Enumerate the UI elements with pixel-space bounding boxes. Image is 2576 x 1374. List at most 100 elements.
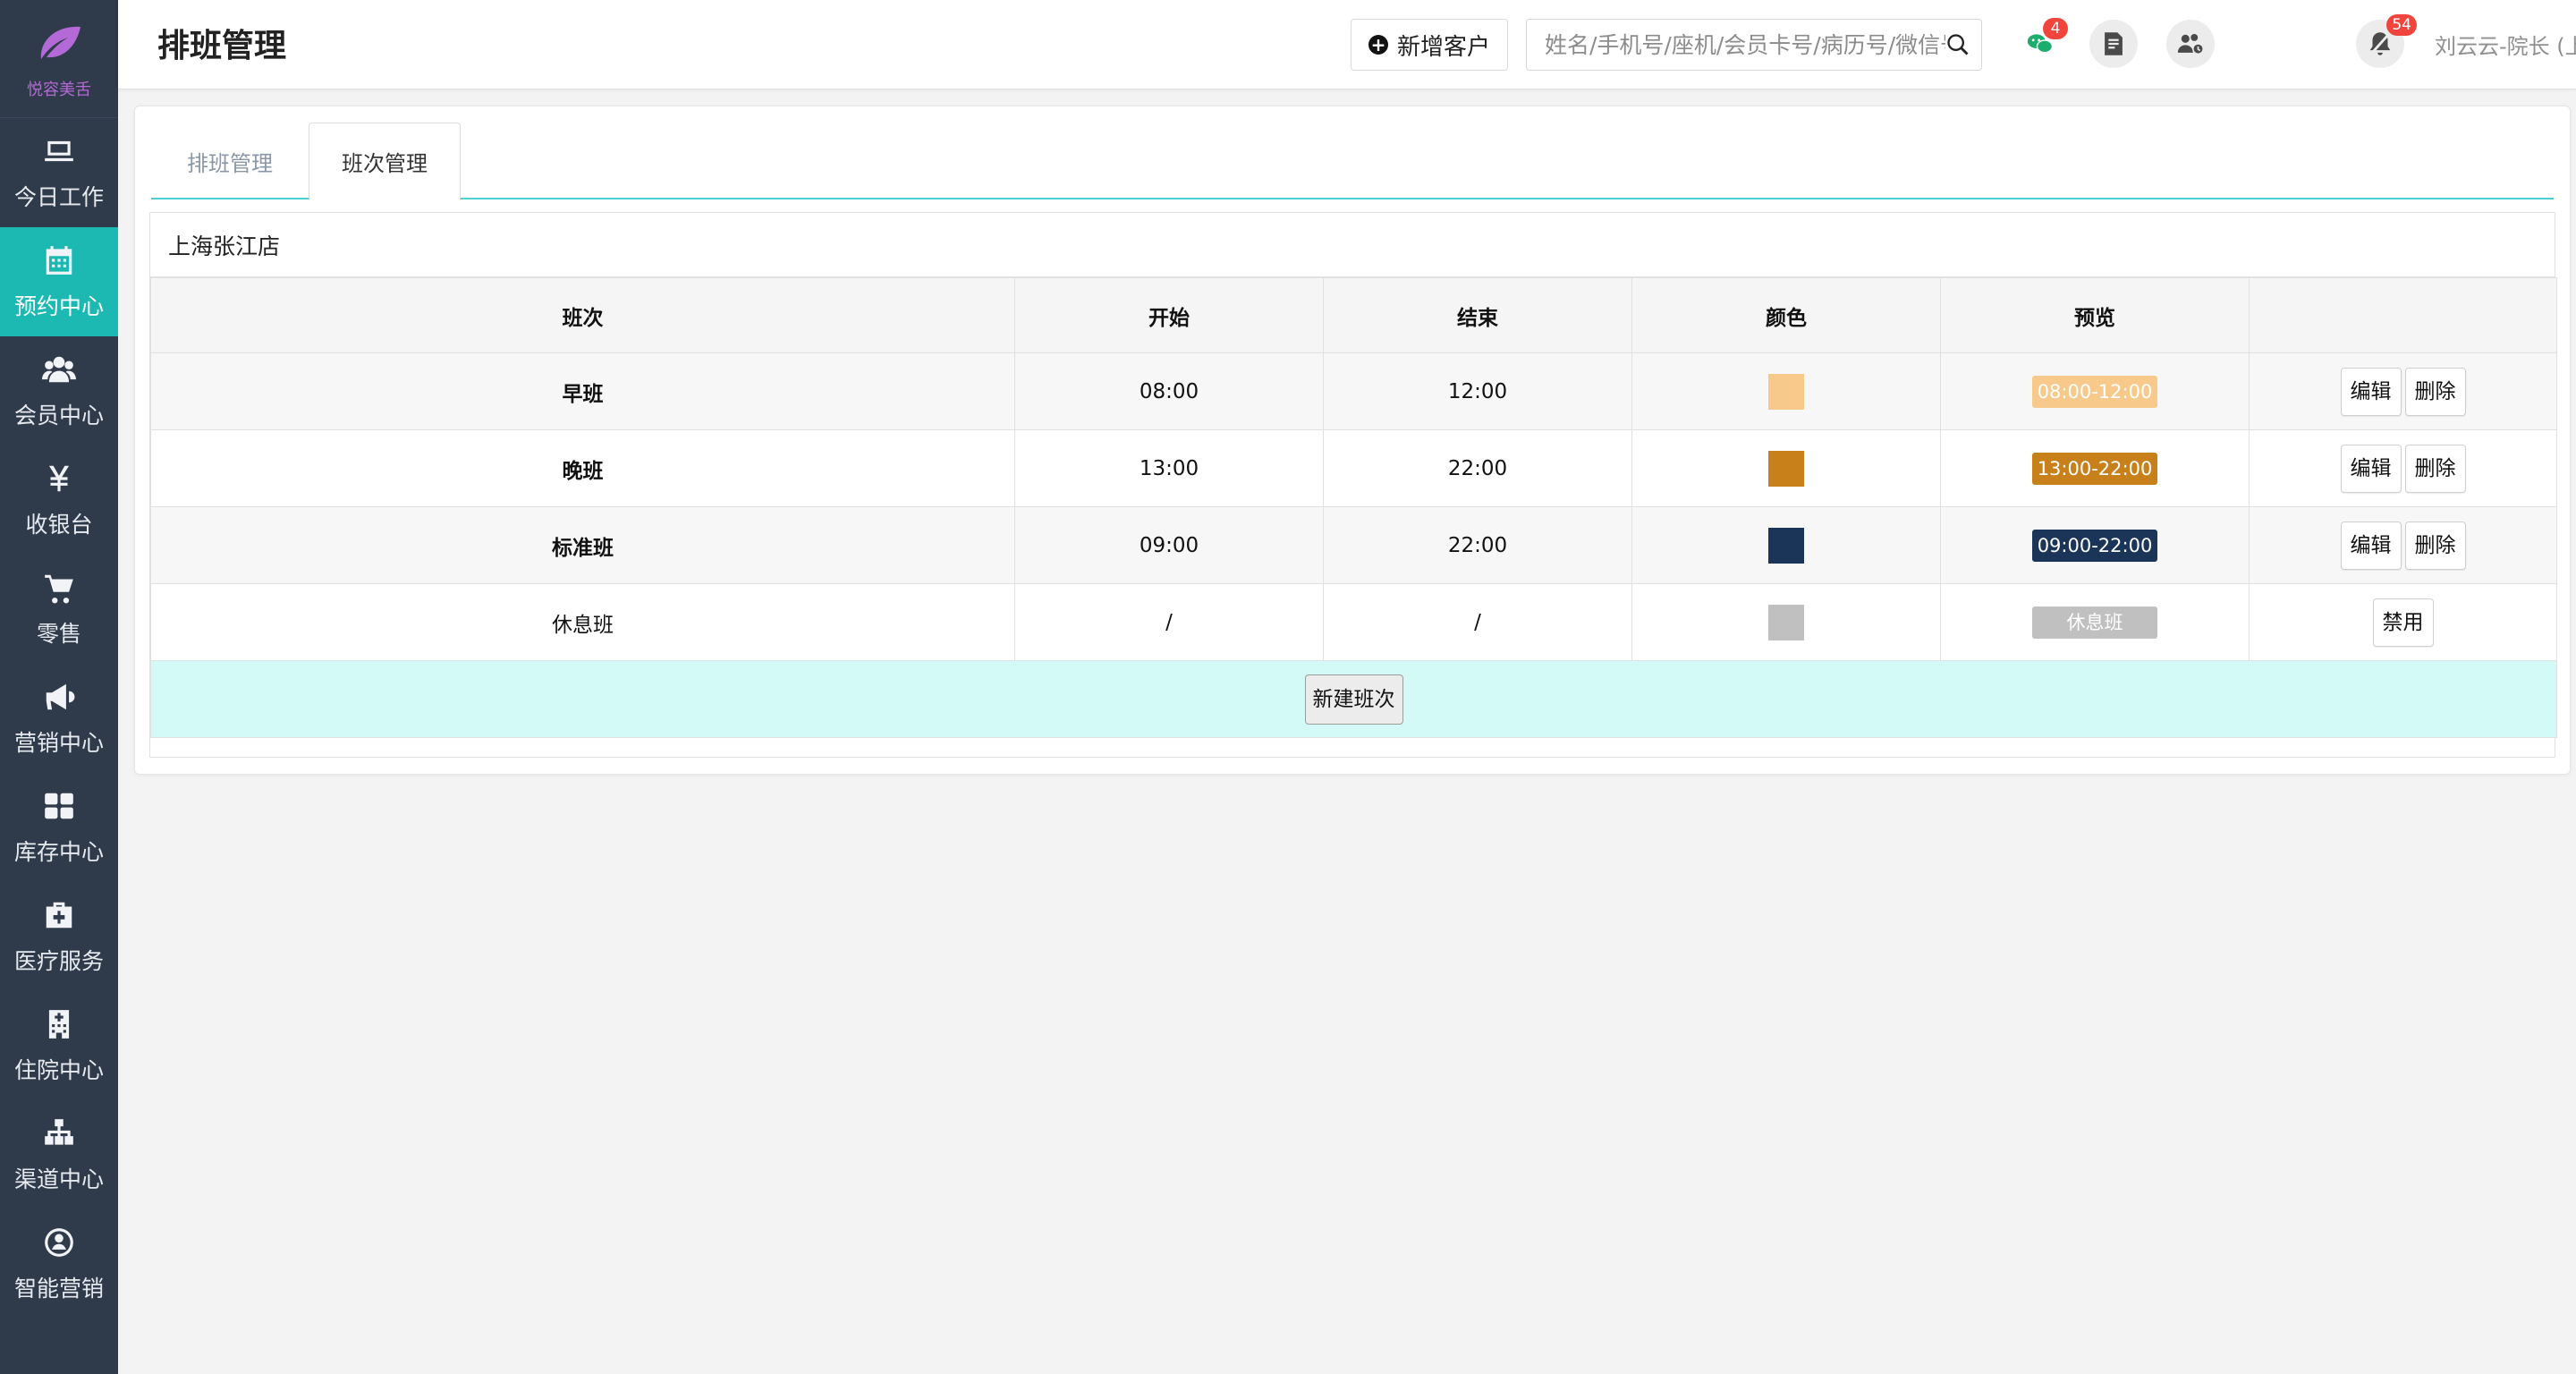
add-customer-button[interactable]: + 新增客户 — [1351, 19, 1508, 71]
sidebar-item-label: 医疗服务 — [13, 948, 104, 974]
sidebar-item-label: 智能营销 — [13, 1276, 104, 1302]
color-swatch[interactable] — [1768, 604, 1804, 640]
shift-actions: 编辑 删除 — [2249, 352, 2557, 430]
yen-icon — [41, 461, 77, 496]
smart-marketing-icon — [41, 1225, 77, 1260]
shift-start: 08:00 — [1014, 352, 1324, 430]
sidebar-item-marketing-center[interactable]: 营销中心 — [0, 664, 118, 773]
shift-actions: 禁用 — [2249, 583, 2557, 661]
search-icon[interactable] — [1945, 32, 1970, 57]
sidebar-item-channel-center[interactable]: 渠道中心 — [0, 1100, 118, 1209]
shift-table: 班次 开始 结束 颜色 预览 早班 08:00 12:00 08:00-12:0… — [150, 277, 2557, 738]
edit-button[interactable]: 编辑 — [2340, 367, 2402, 416]
notifications-button[interactable]: 54 — [2356, 14, 2417, 68]
sidebar-item-medical-service[interactable]: 医疗服务 — [0, 882, 118, 991]
shift-name: 标准班 — [150, 506, 1015, 584]
delete-button[interactable]: 删除 — [2404, 367, 2466, 416]
color-swatch[interactable] — [1768, 450, 1804, 487]
edit-button[interactable]: 编辑 — [2340, 444, 2402, 493]
megaphone-icon — [41, 679, 77, 715]
shift-color-cell — [1631, 429, 1941, 507]
shift-color-cell — [1631, 506, 1941, 584]
shift-start: 13:00 — [1014, 429, 1324, 507]
shift-start: 09:00 — [1014, 506, 1324, 584]
shift-preview-cell: 09:00-22:00 — [1940, 506, 2250, 584]
shift-end: 22:00 — [1323, 429, 1632, 507]
calendar-icon — [41, 242, 77, 278]
delete-button[interactable]: 删除 — [2404, 521, 2466, 570]
sidebar-item-member-center[interactable]: 会员中心 — [0, 336, 118, 445]
shift-color-cell — [1631, 583, 1941, 661]
shift-color-cell — [1631, 352, 1941, 430]
user-name: 刘云云-院长 (上海张江店) — [2435, 34, 2576, 59]
sidebar-item-smart-marketing[interactable]: 智能营销 — [0, 1209, 118, 1319]
search-box — [1526, 19, 1982, 71]
sidebar-item-label: 收银台 — [25, 512, 93, 538]
column-header-shift: 班次 — [150, 277, 1015, 353]
logo-icon — [40, 26, 80, 59]
group-button[interactable] — [2166, 20, 2215, 68]
sidebar-item-label: 库存中心 — [13, 839, 104, 865]
column-header-end: 结束 — [1323, 277, 1632, 353]
notes-button[interactable] — [2089, 20, 2138, 68]
disable-button[interactable]: 禁用 — [2372, 598, 2434, 647]
preview-chip: 休息班 — [2032, 606, 2157, 639]
tab-bar: 排班管理 班次管理 — [151, 123, 2554, 201]
shift-preview-cell: 08:00-12:00 — [1940, 352, 2250, 430]
hospital-icon — [41, 1006, 77, 1042]
shift-end: 22:00 — [1323, 506, 1632, 584]
column-header-start: 开始 — [1014, 277, 1324, 353]
group-clock-icon — [2177, 33, 2204, 55]
user-menu[interactable]: 刘云云-院长 (上海张江店) ⌄ — [2435, 29, 2576, 60]
shift-name: 休息班 — [150, 583, 1015, 661]
tab-shift-management[interactable]: 班次管理 — [309, 123, 461, 201]
store-name: 上海张江店 — [150, 213, 2555, 277]
shift-start: / — [1014, 583, 1324, 661]
shift-end: / — [1323, 583, 1632, 661]
sidebar-item-cashier[interactable]: 收银台 — [0, 445, 118, 555]
search-input[interactable] — [1545, 31, 1945, 58]
color-swatch[interactable] — [1768, 373, 1804, 410]
wechat-button[interactable]: 4 — [2016, 18, 2068, 68]
sidebar-item-today-work[interactable]: 今日工作 — [0, 118, 118, 227]
logo[interactable]: 悦容美舌 — [0, 0, 118, 118]
delete-button[interactable]: 删除 — [2404, 444, 2466, 493]
sidebar-item-appointment-center[interactable]: 预约中心 — [0, 227, 118, 336]
table-header-row: 班次 开始 结束 颜色 预览 — [150, 277, 2557, 353]
store-section: 上海张江店 班次 开始 结束 颜色 预览 早班 08:00 12:00 08:0… — [149, 212, 2557, 758]
edit-button[interactable]: 编辑 — [2340, 521, 2402, 570]
sidebar-item-label: 今日工作 — [13, 184, 104, 210]
new-shift-row: 新建班次 — [150, 660, 2557, 738]
page-title: 排班管理 — [157, 28, 287, 64]
medkit-icon — [41, 897, 77, 933]
table-row: 晚班 13:00 22:00 13:00-22:00 编辑 删除 — [150, 429, 2557, 507]
table-row: 标准班 09:00 22:00 09:00-22:00 编辑 删除 — [150, 506, 2557, 584]
column-header-color: 颜色 — [1631, 277, 1941, 353]
tab-schedule-management[interactable]: 排班管理 — [151, 123, 309, 199]
sidebar: 悦容美舌 今日工作 预约中心 会员中心 收银台 零售 营销中心 库存中心 医疗服… — [0, 0, 118, 1374]
color-swatch[interactable] — [1768, 527, 1804, 564]
shift-name: 早班 — [150, 352, 1015, 430]
add-customer-label: 新增客户 — [1396, 33, 1490, 61]
logo-text: 悦容美舌 — [27, 80, 91, 99]
shift-actions: 编辑 删除 — [2249, 429, 2557, 507]
laptop-icon — [41, 133, 77, 169]
sidebar-item-label: 会员中心 — [13, 403, 104, 428]
shift-preview-cell: 13:00-22:00 — [1940, 429, 2250, 507]
sidebar-item-label: 渠道中心 — [13, 1166, 104, 1192]
sidebar-item-inventory-center[interactable]: 库存中心 — [0, 773, 118, 882]
shift-end: 12:00 — [1323, 352, 1632, 430]
wechat-badge: 4 — [2043, 18, 2068, 39]
table-row: 休息班 / / 休息班 禁用 — [150, 583, 2557, 661]
sidebar-item-retail[interactable]: 零售 — [0, 555, 118, 664]
grid-icon — [41, 788, 77, 824]
shift-name: 晚班 — [150, 429, 1015, 507]
new-shift-button[interactable]: 新建班次 — [1304, 674, 1403, 725]
table-row: 早班 08:00 12:00 08:00-12:00 编辑 删除 — [150, 352, 2557, 430]
sitemap-icon — [41, 1115, 77, 1151]
sidebar-item-hospitalization-center[interactable]: 住院中心 — [0, 991, 118, 1100]
shift-management-panel: 排班管理 班次管理 上海张江店 班次 开始 结束 颜色 预览 早班 08:00 … — [134, 106, 2571, 775]
sidebar-item-label: 零售 — [36, 621, 81, 647]
column-header-actions — [2249, 277, 2557, 353]
preview-chip: 09:00-22:00 — [2032, 529, 2157, 562]
